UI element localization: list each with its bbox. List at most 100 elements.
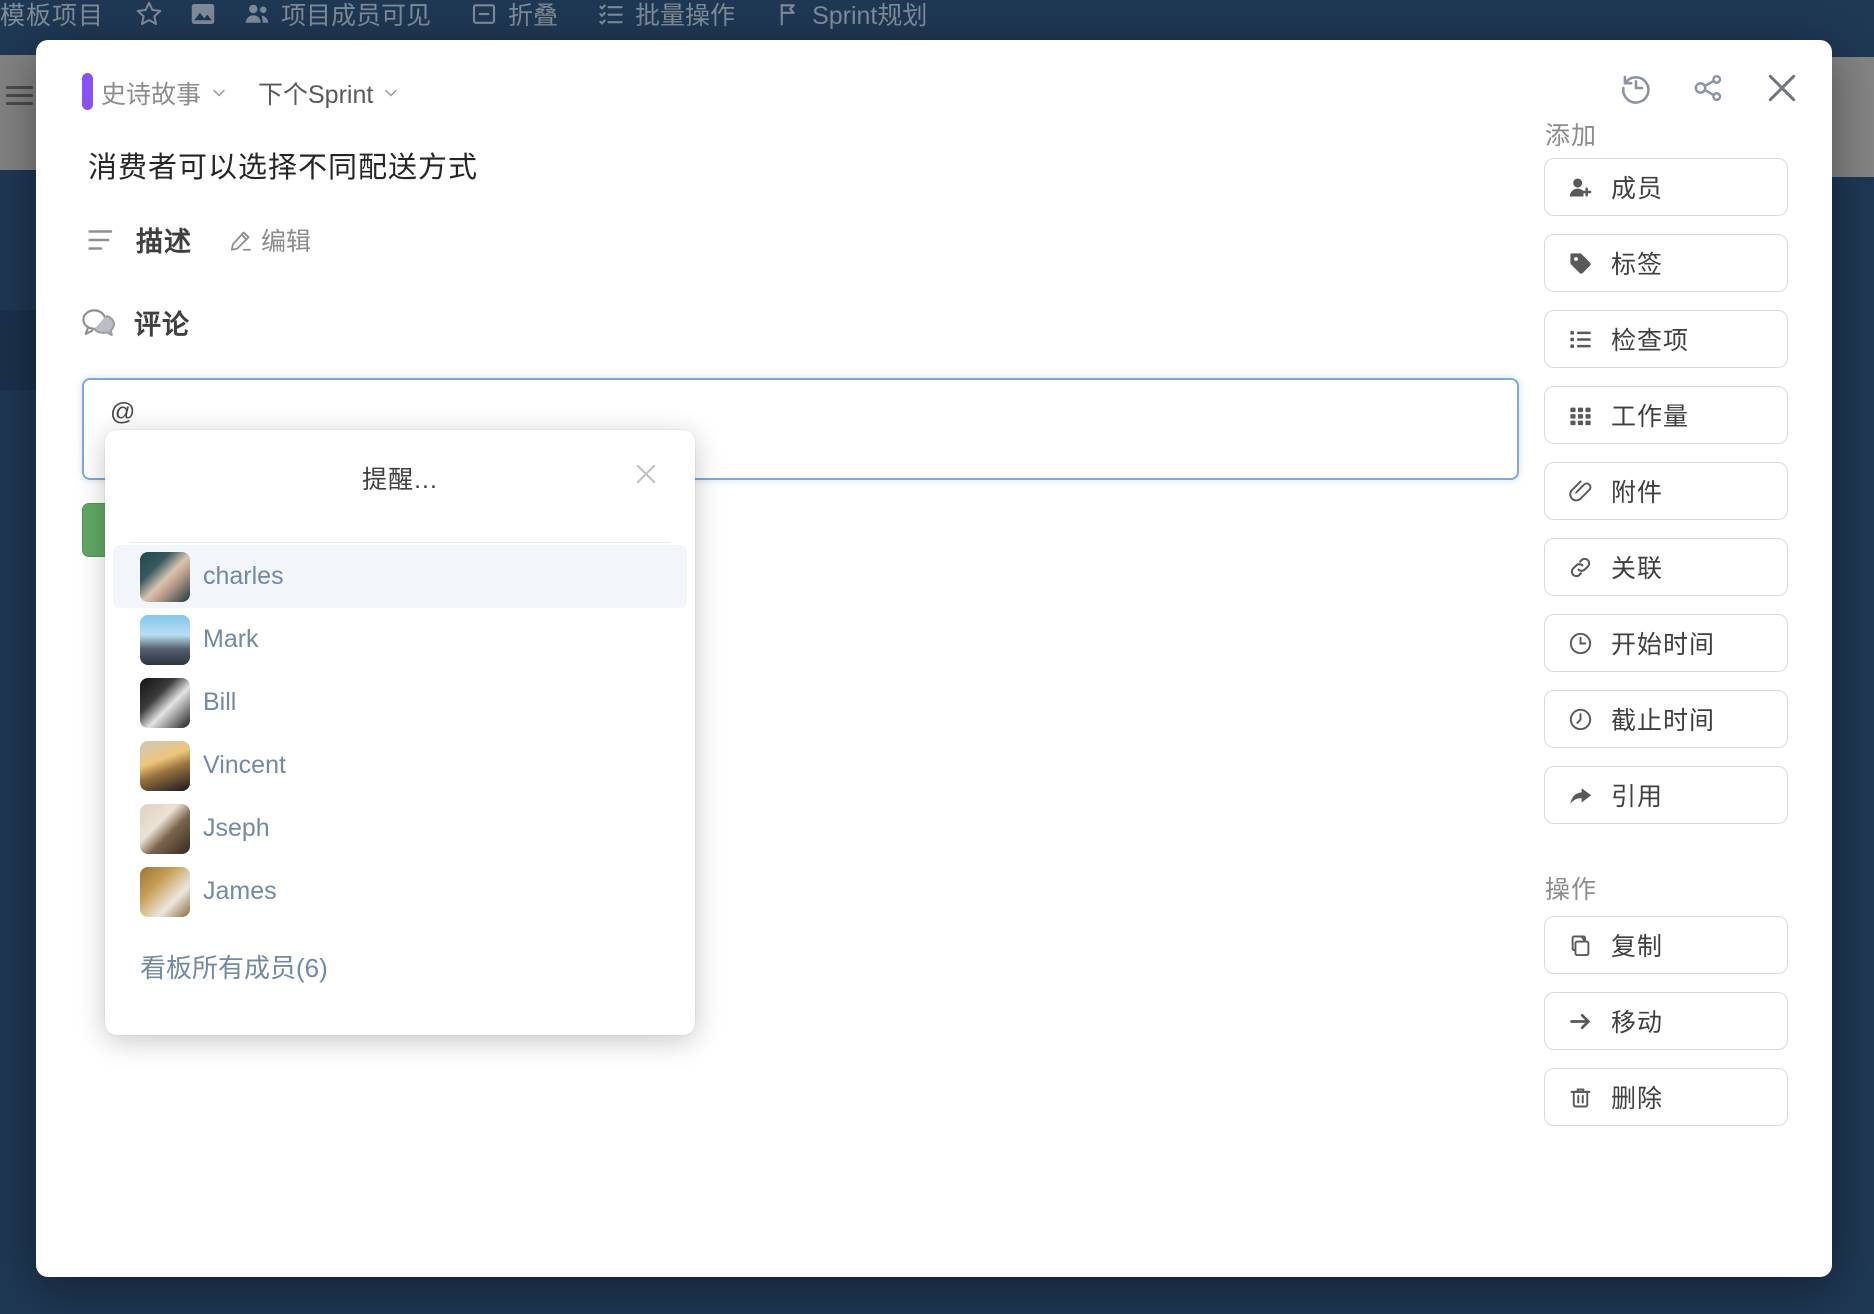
trash-icon <box>1567 1084 1594 1111</box>
link-icon <box>1567 554 1594 581</box>
batch-actions-label: 批量操作 <box>635 0 735 32</box>
member-name: charles <box>203 562 284 591</box>
collapse-icon <box>469 0 499 29</box>
member-name: Vincent <box>203 751 286 780</box>
sprint-flag-icon <box>773 0 803 29</box>
comment-input-value: @ <box>110 398 135 426</box>
avatar <box>140 867 190 917</box>
quote-card-button[interactable]: 引用 <box>1544 766 1788 824</box>
pencil-icon <box>228 227 254 253</box>
button-label: 成员 <box>1611 169 1663 205</box>
avatar <box>140 741 190 791</box>
button-label: 删除 <box>1611 1079 1663 1115</box>
history-icon[interactable] <box>1618 70 1654 106</box>
member-name: Bill <box>203 688 236 717</box>
edit-description-button[interactable]: 编辑 <box>228 222 311 258</box>
members-icon <box>242 0 272 29</box>
member-row-charles[interactable]: charles <box>113 545 687 608</box>
member-visibility-label: 项目成员可见 <box>281 0 431 32</box>
dimmed-page-header-right <box>1832 57 1874 177</box>
person-add-icon <box>1567 174 1594 201</box>
epic-color-bar <box>82 73 93 110</box>
grid-icon <box>1567 402 1594 429</box>
add-tag-button[interactable]: 标签 <box>1544 234 1788 292</box>
member-row-james[interactable]: James <box>105 860 695 923</box>
background-toolbar: 模板项目 项目成员可见 折叠 批量操作 <box>0 0 927 36</box>
dimmed-page-header-left <box>0 55 36 170</box>
image-icon[interactable] <box>188 0 218 29</box>
mention-popup: 提醒... charles Mark Bill <box>105 430 695 1035</box>
project-title[interactable]: 模板项目 <box>0 0 104 32</box>
sprint-planning-label: Sprint规划 <box>812 0 927 32</box>
sprint-planning-button[interactable]: Sprint规划 <box>773 0 927 32</box>
add-section-label: 添加 <box>1545 116 1597 152</box>
copy-card-button[interactable]: 复制 <box>1544 916 1788 974</box>
sprint-selector[interactable]: 下个Sprint <box>258 75 401 111</box>
member-row-mark[interactable]: Mark <box>105 608 695 671</box>
avatar <box>140 678 190 728</box>
description-lines-icon <box>82 223 120 257</box>
sprint-selector-label: 下个Sprint <box>258 75 373 111</box>
all-board-members-link[interactable]: 看板所有成员(6) <box>140 948 328 985</box>
edit-label: 编辑 <box>261 222 311 258</box>
batch-actions-button[interactable]: 批量操作 <box>596 0 735 32</box>
chevron-down-icon <box>209 83 229 103</box>
member-row-jseph[interactable]: Jseph <box>105 797 695 860</box>
actions-section-label: 操作 <box>1545 870 1597 906</box>
member-list: charles Mark Bill Vincent Jseph <box>105 545 695 923</box>
clock-due-icon <box>1567 706 1594 733</box>
card-detail-modal: 史诗故事 下个Sprint 消费者可以选择不同配送方式 <box>36 40 1832 1277</box>
button-label: 复制 <box>1611 927 1663 963</box>
copy-icon <box>1567 932 1594 959</box>
add-due-time-button[interactable]: 截止时间 <box>1544 690 1788 748</box>
button-label: 检查项 <box>1611 321 1689 357</box>
button-label: 关联 <box>1611 549 1663 585</box>
dimmed-board-column <box>0 310 36 390</box>
batch-actions-icon <box>596 0 626 29</box>
collapse-button[interactable]: 折叠 <box>469 0 558 32</box>
description-heading: 描述 <box>136 220 192 259</box>
add-attachment-button[interactable]: 附件 <box>1544 462 1788 520</box>
close-icon[interactable] <box>632 460 660 488</box>
epic-type-label: 史诗故事 <box>101 75 201 111</box>
add-link-button[interactable]: 关联 <box>1544 538 1788 596</box>
tag-icon <box>1567 250 1594 277</box>
move-arrow-icon <box>1567 1008 1594 1035</box>
add-start-time-button[interactable]: 开始时间 <box>1544 614 1788 672</box>
card-title: 消费者可以选择不同配送方式 <box>88 144 478 186</box>
button-label: 工作量 <box>1611 397 1689 433</box>
star-icon[interactable] <box>134 0 164 29</box>
add-member-button[interactable]: 成员 <box>1544 158 1788 216</box>
button-label: 标签 <box>1611 245 1663 281</box>
share-icon[interactable] <box>1690 70 1726 106</box>
avatar <box>140 552 190 602</box>
action-buttons-group: 复制 移动 删除 <box>1544 916 1788 1126</box>
close-icon[interactable] <box>1762 68 1802 108</box>
divider <box>129 542 671 543</box>
comments-heading: 评论 <box>134 303 190 342</box>
member-name: Mark <box>203 625 259 654</box>
screen: 模板项目 项目成员可见 折叠 批量操作 <box>0 0 1874 1314</box>
move-card-button[interactable]: 移动 <box>1544 992 1788 1050</box>
add-checklist-button[interactable]: 检查项 <box>1544 310 1788 368</box>
member-name: Jseph <box>203 814 270 843</box>
add-buttons-group: 成员 标签 检查项 工作量 <box>1544 158 1788 824</box>
menu-icon[interactable] <box>6 86 33 110</box>
button-label: 移动 <box>1611 1003 1663 1039</box>
quote-arrow-icon <box>1567 782 1594 809</box>
add-workload-button[interactable]: 工作量 <box>1544 386 1788 444</box>
button-label: 开始时间 <box>1611 625 1715 661</box>
member-row-vincent[interactable]: Vincent <box>105 734 695 797</box>
button-label: 附件 <box>1611 473 1663 509</box>
button-label: 引用 <box>1611 777 1663 813</box>
epic-type-selector[interactable]: 史诗故事 <box>101 75 229 111</box>
chevron-down-icon <box>381 83 401 103</box>
member-visibility-button[interactable]: 项目成员可见 <box>242 0 431 32</box>
paperclip-icon <box>1567 478 1594 505</box>
member-row-bill[interactable]: Bill <box>105 671 695 734</box>
mention-popup-title: 提醒... <box>105 460 695 496</box>
checklist-icon <box>1567 326 1594 353</box>
collapse-label: 折叠 <box>508 0 558 32</box>
avatar <box>140 804 190 854</box>
delete-card-button[interactable]: 删除 <box>1544 1068 1788 1126</box>
